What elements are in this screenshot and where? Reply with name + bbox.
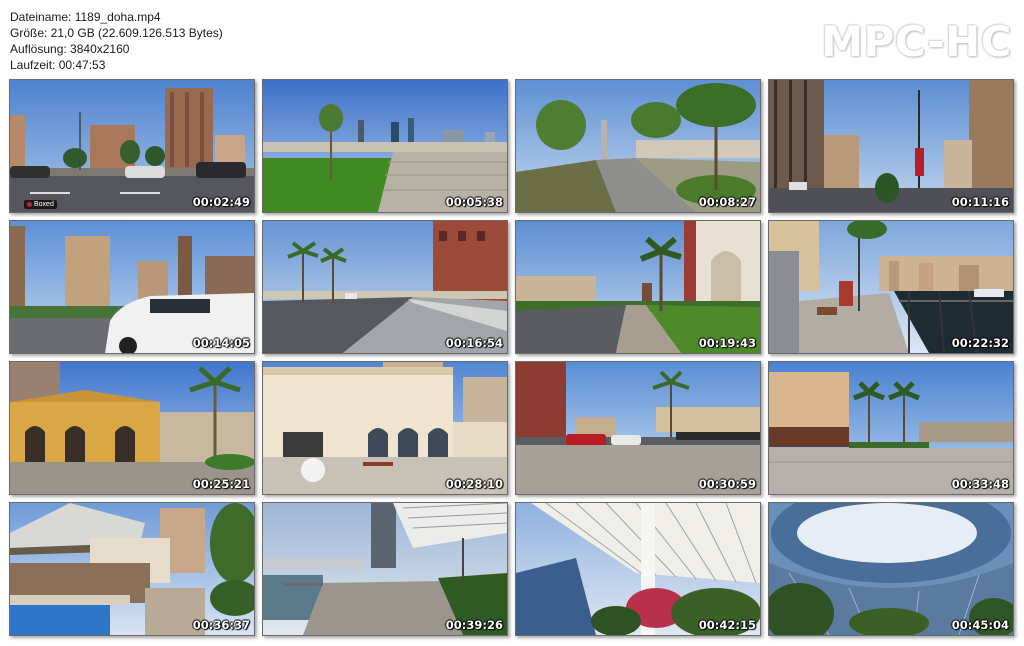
thumbnail-3[interactable]: 00:08:27	[515, 79, 761, 213]
timestamp: 00:02:49	[192, 195, 250, 209]
thumbnail-16[interactable]: 00:45:04	[768, 502, 1014, 636]
timestamp: 00:42:15	[698, 618, 756, 632]
timestamp: 00:45:04	[951, 618, 1009, 632]
timestamp: 00:05:38	[445, 195, 503, 209]
thumbnail-2[interactable]: 00:05:38	[262, 79, 508, 213]
thumbnail-image	[769, 362, 1013, 494]
timestamp: 00:33:48	[951, 477, 1009, 491]
thumbnail-13[interactable]: 00:36:37	[9, 502, 255, 636]
timestamp: 00:19:43	[698, 336, 756, 350]
thumbnail-9[interactable]: 00:25:21	[9, 361, 255, 495]
timestamp: 00:14:05	[192, 336, 250, 350]
thumbnail-1[interactable]: Boxed 00:02:49	[9, 79, 255, 213]
timestamp: 00:30:59	[698, 477, 756, 491]
timestamp: 00:36:37	[192, 618, 250, 632]
file-size: Größe: 21,0 GB (22.609.126.513 Bytes)	[10, 26, 223, 40]
file-name: Dateiname: 1189_doha.mp4	[10, 10, 161, 24]
thumbnail-11[interactable]: 00:30:59	[515, 361, 761, 495]
timestamp: 00:39:26	[445, 618, 503, 632]
thumbnail-8[interactable]: 00:22:32	[768, 220, 1014, 354]
thumbnail-image	[263, 221, 507, 353]
thumbnail-5[interactable]: 00:14:05	[9, 220, 255, 354]
thumbnail-image	[769, 221, 1013, 353]
thumbnail-image	[10, 503, 254, 635]
thumbnail-12[interactable]: 00:33:48	[768, 361, 1014, 495]
timestamp: 00:22:32	[951, 336, 1009, 350]
thumbnail-15[interactable]: 00:42:15	[515, 502, 761, 636]
thumbnail-image	[769, 503, 1013, 635]
thumbnail-10[interactable]: 00:28:10	[262, 361, 508, 495]
thumbnail-image	[263, 80, 507, 212]
file-duration: Laufzeit: 00:47:53	[10, 58, 106, 72]
thumbnail-image	[769, 80, 1013, 212]
thumbnail-image	[263, 362, 507, 494]
thumbnail-6[interactable]: 00:16:54	[262, 220, 508, 354]
record-dot-icon	[27, 201, 32, 207]
thumbnail-grid: Boxed 00:02:49 00:05:38 00:08:27 00:11:1…	[9, 79, 1014, 636]
timestamp: 00:25:21	[192, 477, 250, 491]
timestamp: 00:16:54	[445, 336, 503, 350]
timestamp: 00:11:16	[951, 195, 1009, 209]
file-info: Dateiname: 1189_doha.mp4 Größe: 21,0 GB …	[10, 9, 223, 73]
thumbnail-image	[516, 80, 760, 212]
thumbnail-4[interactable]: 00:11:16	[768, 79, 1014, 213]
timestamp: 00:28:10	[445, 477, 503, 491]
file-resolution: Auflösung: 3840x2160	[10, 42, 130, 56]
thumbnail-image	[10, 80, 254, 212]
thumbnail-image	[516, 221, 760, 353]
watermark-text: Boxed	[34, 201, 54, 208]
thumbnail-image	[263, 503, 507, 635]
thumbnail-7[interactable]: 00:19:43	[515, 220, 761, 354]
thumbnail-image	[10, 221, 254, 353]
thumbnail-image	[516, 503, 760, 635]
thumbnail-14[interactable]: 00:39:26	[262, 502, 508, 636]
thumbnail-image	[516, 362, 760, 494]
mpc-hc-logo: MPC-HC	[821, 17, 1012, 66]
thumbnail-image	[10, 362, 254, 494]
timestamp: 00:08:27	[698, 195, 756, 209]
watermark-badge: Boxed	[24, 200, 57, 209]
